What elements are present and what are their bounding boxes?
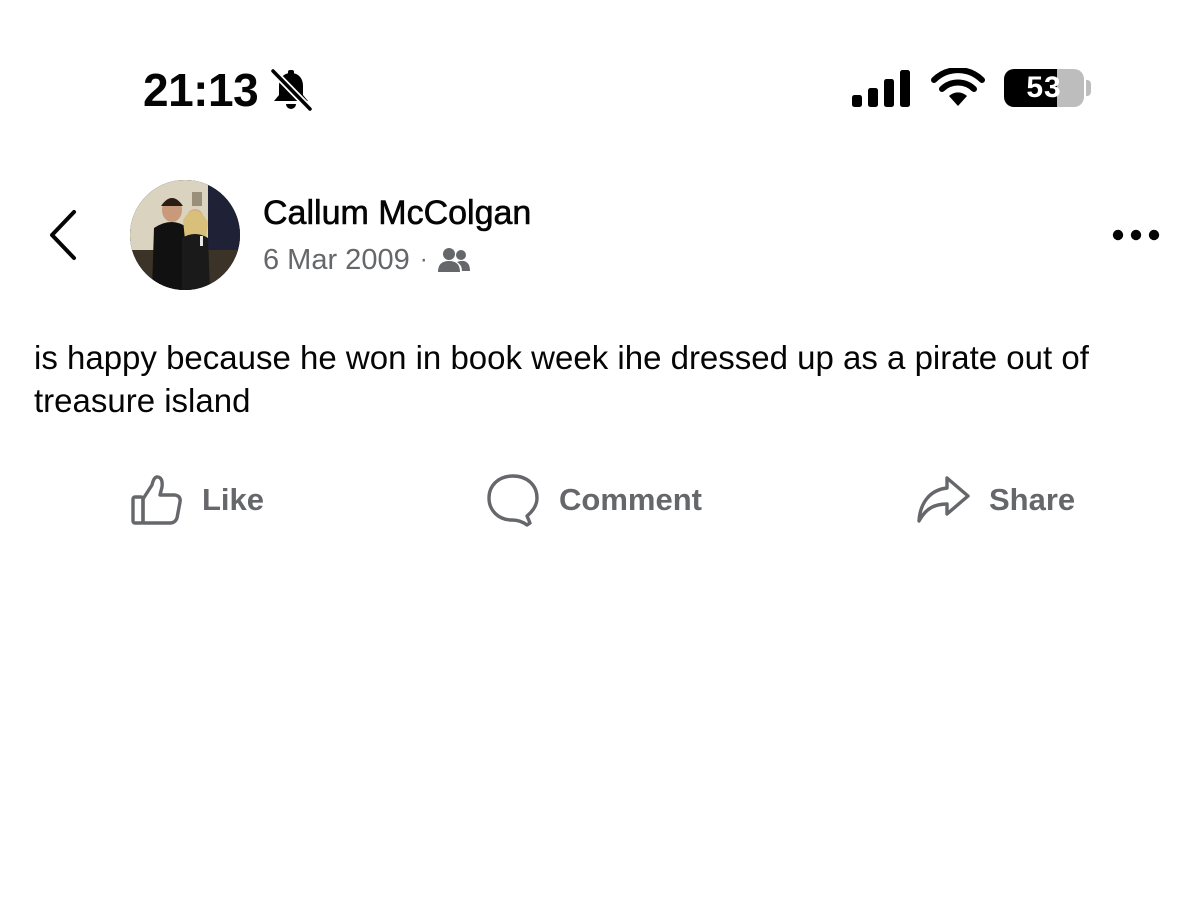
friends-icon[interactable]: [437, 247, 471, 273]
back-button[interactable]: [40, 200, 90, 270]
profile-photo: [130, 180, 240, 290]
comment-button[interactable]: Comment: [485, 468, 702, 532]
status-time: 21:13: [143, 64, 259, 116]
comment-bubble-icon: [487, 474, 539, 527]
like-label: Like: [202, 482, 265, 517]
meta-separator: ·: [419, 246, 428, 273]
thumbs-up-icon: [131, 475, 182, 525]
share-label: Share: [989, 482, 1076, 517]
avatar[interactable]: [130, 180, 240, 290]
bell-slash-icon: [270, 68, 313, 112]
battery-icon: 53: [1004, 69, 1084, 107]
share-button[interactable]: Share: [915, 468, 1075, 532]
post-date[interactable]: 6 Mar 2009: [263, 244, 410, 277]
cellular-signal-icon: [852, 70, 910, 107]
post-text: is happy because he won in book week ihe…: [34, 339, 1089, 419]
comment-label: Comment: [559, 482, 702, 517]
like-button[interactable]: Like: [130, 468, 264, 532]
author-name[interactable]: Callum McColgan: [263, 192, 532, 234]
post-meta: 6 Mar 2009 ·: [263, 240, 471, 280]
share-arrow-icon: [917, 476, 970, 523]
battery-nub: [1086, 80, 1091, 96]
wifi-icon: [931, 68, 985, 106]
more-options-icon[interactable]: [1108, 220, 1164, 250]
